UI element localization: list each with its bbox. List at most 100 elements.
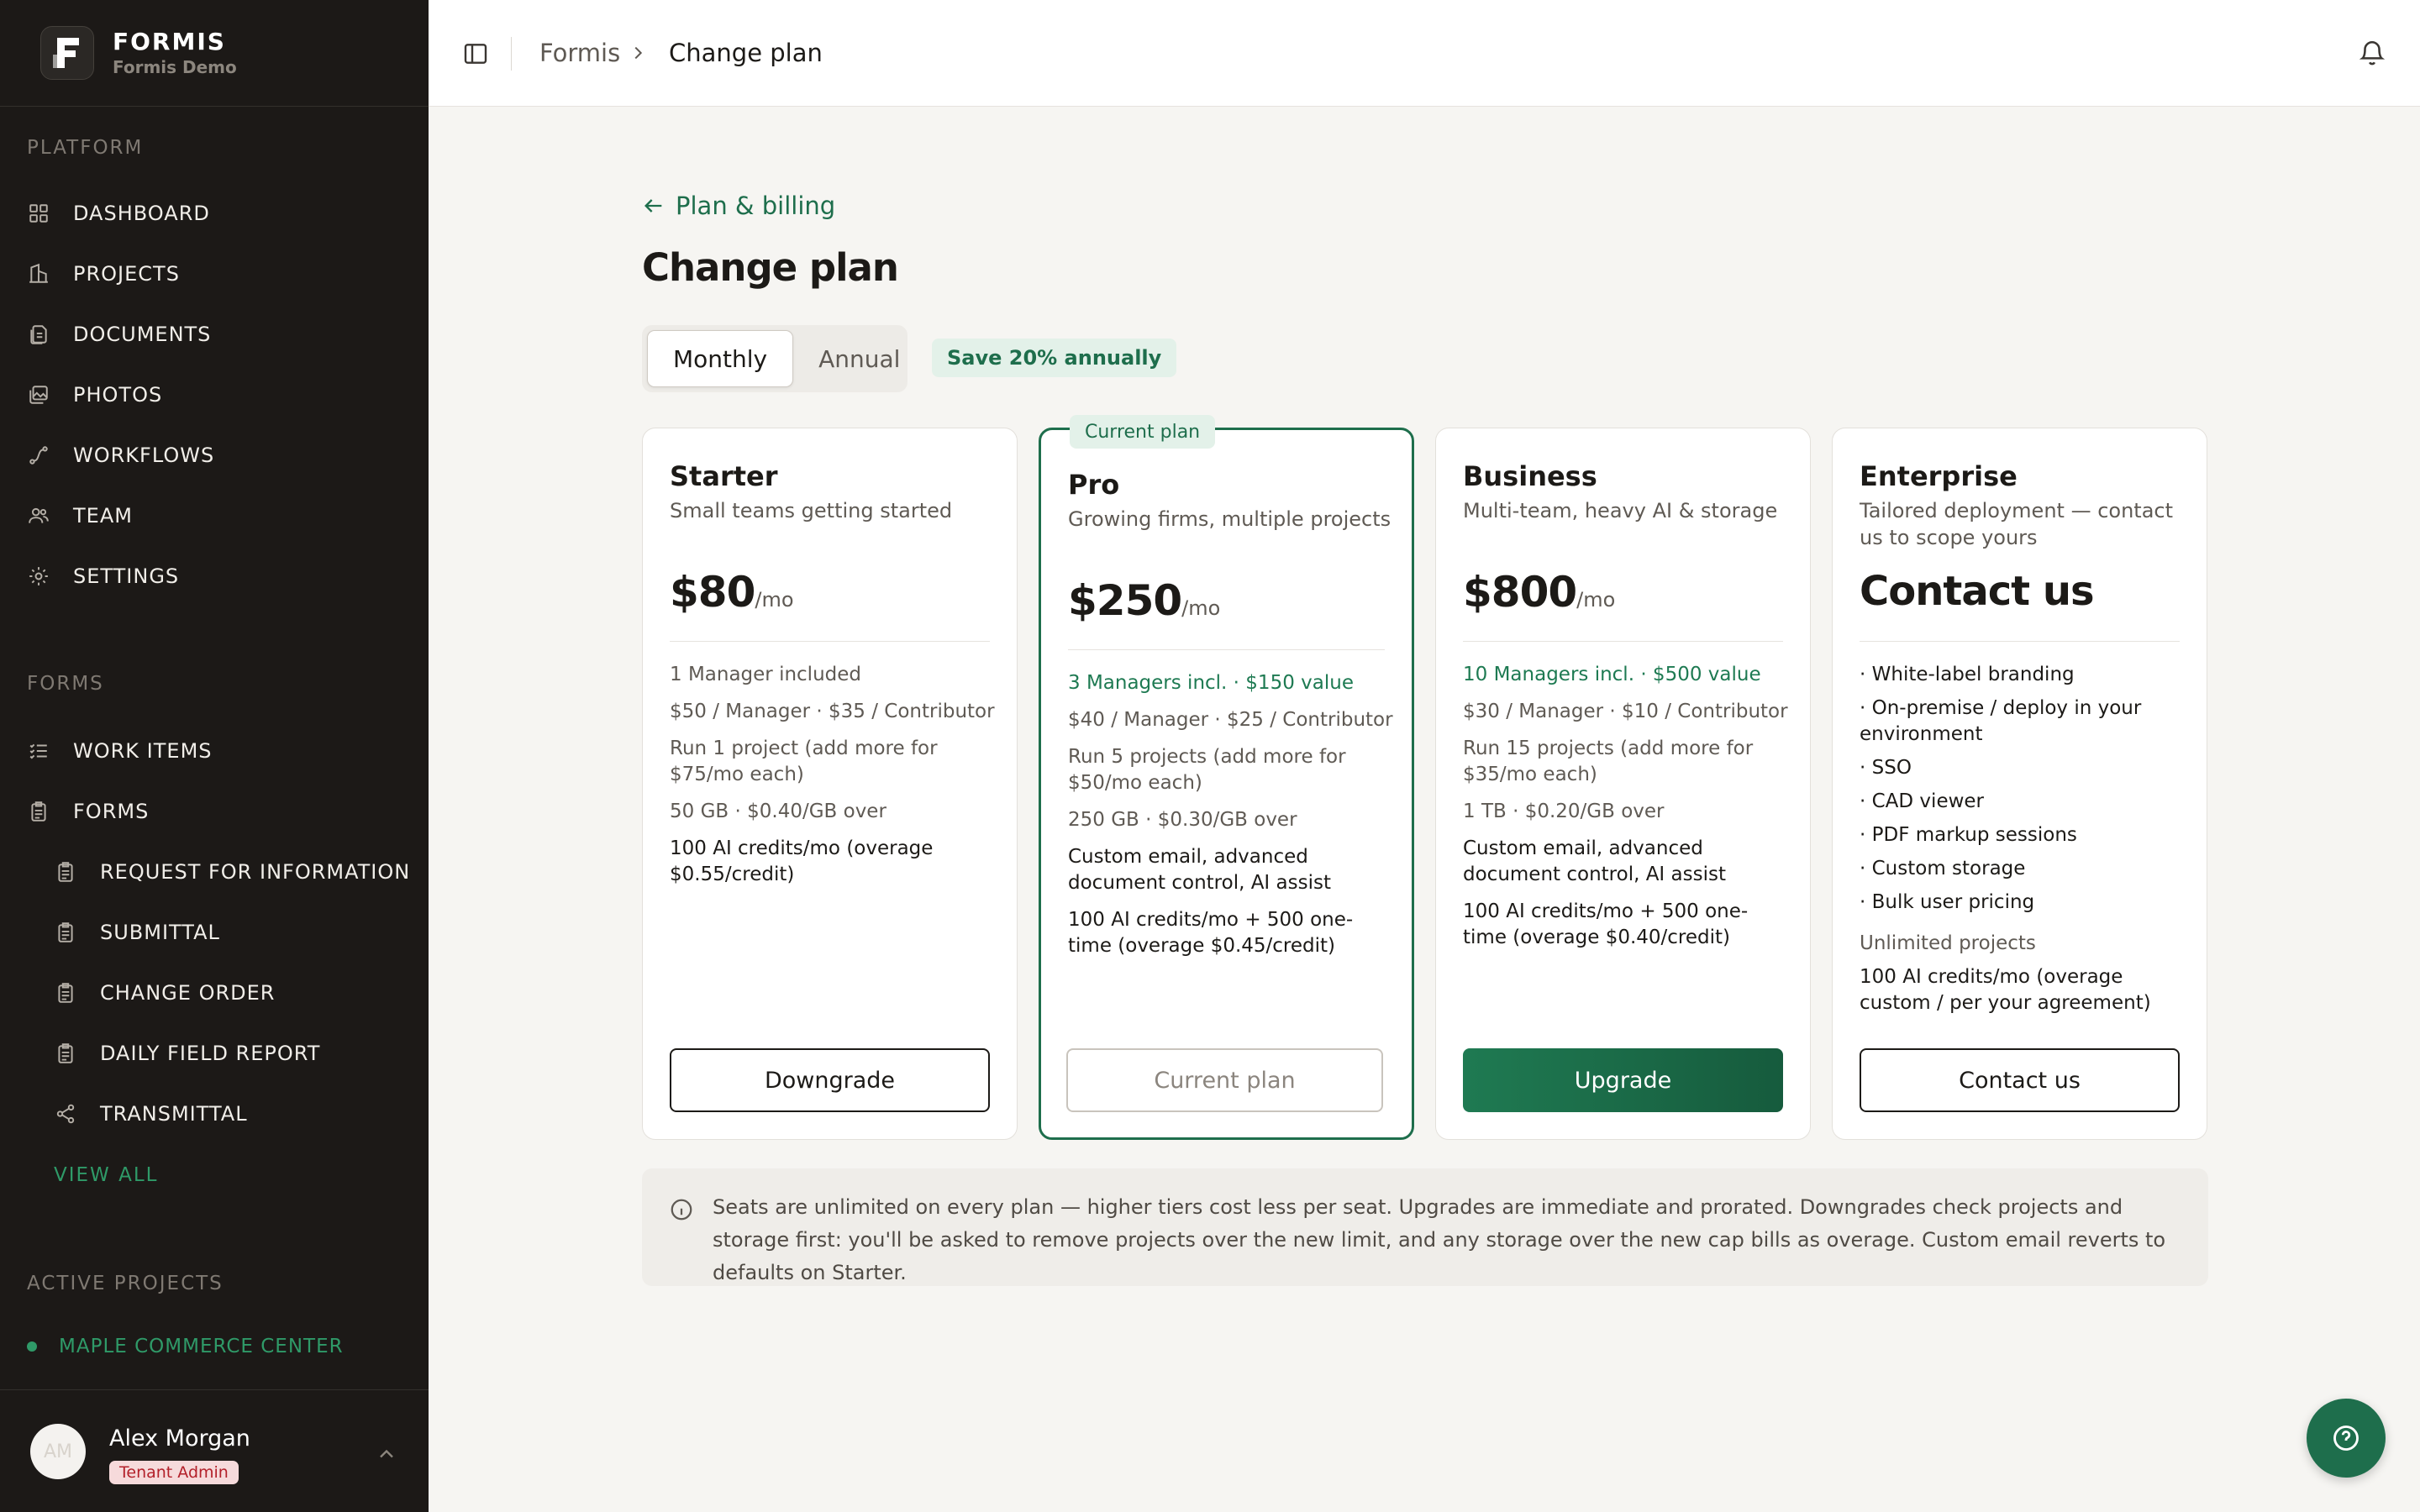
feature-item: Unlimited projects [1860, 932, 2036, 954]
sidebar-item-photos[interactable]: PHOTOS [27, 376, 162, 413]
upgrade-button[interactable]: Upgrade [1463, 1048, 1783, 1112]
billing-period-toggle: Monthly Annual [642, 325, 908, 392]
plan-price: $800/mo [1463, 568, 1615, 617]
sidebar-toggle-icon[interactable] [462, 40, 489, 67]
view-all-link[interactable]: VIEW ALL [54, 1164, 158, 1186]
sidebar-item-label: WORK ITEMS [73, 739, 213, 763]
feature-item: 250 GB · $0.30/GB over [1068, 809, 1297, 831]
arrow-left-icon [644, 199, 662, 213]
gear-icon [27, 564, 50, 588]
sidebar-item-label: FORMS [73, 800, 150, 823]
chevron-right-icon [634, 46, 643, 60]
breadcrumb-current: Change plan [669, 39, 823, 67]
sidebar-item-label: REQUEST FOR INFORMATION [100, 860, 411, 884]
chevron-up-icon[interactable] [375, 1442, 398, 1466]
card-divider [1463, 641, 1783, 642]
current-plan-tag: Current plan [1070, 415, 1216, 449]
sidebar-item-documents[interactable]: DOCUMENTS [27, 316, 211, 353]
feature-item: 50 GB · $0.40/GB over [670, 801, 886, 822]
sidebar-item-dashboard[interactable]: DASHBOARD [27, 195, 210, 232]
feature-item: $50 / Manager · $35 / Contributor [670, 701, 995, 722]
sidebar-item-settings[interactable]: SETTINGS [27, 558, 179, 595]
plan-info-note: Seats are unlimited on every plan — high… [642, 1168, 2208, 1286]
section-label-platform: PLATFORM [27, 137, 144, 159]
photos-icon [27, 383, 50, 407]
billing-monthly-option[interactable]: Monthly [647, 330, 794, 387]
sidebar-item-submittal[interactable]: SUBMITTAL [54, 914, 220, 951]
active-project-label: MAPLE COMMERCE CENTER [59, 1336, 344, 1357]
feature-item: 100 AI credits/mo (overage $0.55/credit) [670, 837, 934, 885]
sidebar-item-forms[interactable]: FORMS [27, 793, 149, 830]
grid-icon [27, 202, 50, 225]
sidebar-item-change-order[interactable]: CHANGE ORDER [54, 974, 275, 1011]
feature-item: 100 AI credits/mo + 500 one-time (overag… [1068, 909, 1354, 957]
sidebar-item-label: DAILY FIELD REPORT [100, 1042, 321, 1065]
info-icon [671, 1199, 692, 1221]
sidebar-item-daily-field-report[interactable]: DAILY FIELD REPORT [54, 1035, 320, 1072]
sidebar-item-label: CHANGE ORDER [100, 981, 276, 1005]
plan-card-starter: Starter Small teams getting started $80/… [642, 428, 1018, 1140]
brand[interactable]: FORMIS Formis Demo [0, 0, 429, 107]
sidebar-item-label: PHOTOS [73, 383, 163, 407]
price-amount: $800 [1463, 568, 1577, 617]
downgrade-button[interactable]: Downgrade [670, 1048, 990, 1112]
feature-item: · On-premise / deploy in your environmen… [1860, 697, 2142, 745]
price-period: /mo [1576, 588, 1616, 612]
back-link-label: Plan & billing [676, 192, 836, 220]
breadcrumb-root[interactable]: Formis [539, 39, 620, 67]
sidebar-item-request-for-information[interactable]: REQUEST FOR INFORMATION [54, 853, 410, 890]
clipboard-icon [27, 800, 50, 823]
role-badge: Tenant Admin [109, 1461, 239, 1484]
help-button[interactable] [2307, 1399, 2386, 1478]
feature-item: · Bulk user pricing [1860, 891, 2035, 913]
clipboard-icon [54, 981, 77, 1005]
user-menu[interactable]: AM Alex Morgan Tenant Admin [0, 1389, 429, 1512]
sidebar-item-label: SETTINGS [73, 564, 180, 588]
feature-item: · SSO [1860, 757, 1912, 779]
top-bar: Formis Change plan [429, 0, 2420, 107]
feature-item: $40 / Manager · $25 / Contributor [1068, 709, 1393, 731]
plan-card-pro: Current plan Pro Growing firms, multiple… [1039, 415, 1414, 1140]
back-link[interactable]: Plan & billing [642, 192, 835, 220]
plan-card-business: Business Multi-team, heavy AI & storage … [1435, 428, 1811, 1140]
brand-name: FORMIS [113, 28, 226, 55]
documents-icon [27, 323, 50, 346]
sidebar-item-transmittal[interactable]: TRANSMITTAL [54, 1095, 248, 1132]
brand-subtitle: Formis Demo [113, 57, 237, 77]
price-period: /mo [1181, 596, 1221, 620]
sidebar-item-label: TEAM [73, 504, 133, 528]
sidebar-item-team[interactable]: TEAM [27, 497, 133, 534]
feature-item: Custom email, advanced document control,… [1463, 837, 1726, 885]
sidebar-item-label: SUBMITTAL [100, 921, 220, 944]
contact-us-button[interactable]: Contact us [1860, 1048, 2180, 1112]
price-amount: $250 [1068, 576, 1182, 625]
team-icon [27, 504, 50, 528]
building-icon [27, 262, 50, 286]
clipboard-icon [54, 860, 77, 884]
sidebar-item-workflows[interactable]: WORKFLOWS [27, 437, 214, 474]
sidebar-item-label: WORKFLOWS [73, 444, 215, 467]
plan-description: Tailored deployment — contact us to scop… [1860, 499, 2174, 549]
feature-item: $30 / Manager · $10 / Contributor [1463, 701, 1788, 722]
workflow-icon [27, 444, 50, 467]
feature-item: 100 AI credits/mo + 500 one-time (overag… [1463, 900, 1749, 948]
sidebar-item-projects[interactable]: PROJECTS [27, 255, 180, 292]
card-divider [1860, 641, 2180, 642]
notification-bell-icon[interactable] [2358, 39, 2386, 67]
billing-annual-option[interactable]: Annual [793, 330, 925, 387]
status-dot-icon [27, 1341, 37, 1352]
card-divider [670, 641, 990, 642]
feature-item: Custom email, advanced document control,… [1068, 846, 1331, 894]
sidebar-item-work-items[interactable]: WORK ITEMS [27, 732, 213, 769]
plan-price: Contact us [1860, 568, 2095, 615]
plan-features: 1 Manager included $50 / Manager · $35 /… [670, 662, 997, 899]
feature-item: · Custom storage [1860, 858, 2026, 879]
active-project-item[interactable]: MAPLE COMMERCE CENTER [27, 1336, 344, 1357]
plan-price: $80/mo [670, 568, 794, 617]
feature-item: · PDF markup sessions [1860, 824, 2077, 846]
plan-price: $250/mo [1068, 576, 1220, 625]
plan-features: 10 Managers incl. · $500 value $30 / Man… [1463, 662, 1791, 962]
page-title: Change plan [642, 245, 899, 290]
plan-name: Enterprise [1860, 460, 2018, 492]
plan-card-enterprise: Enterprise Tailored deployment — contact… [1832, 428, 2207, 1140]
